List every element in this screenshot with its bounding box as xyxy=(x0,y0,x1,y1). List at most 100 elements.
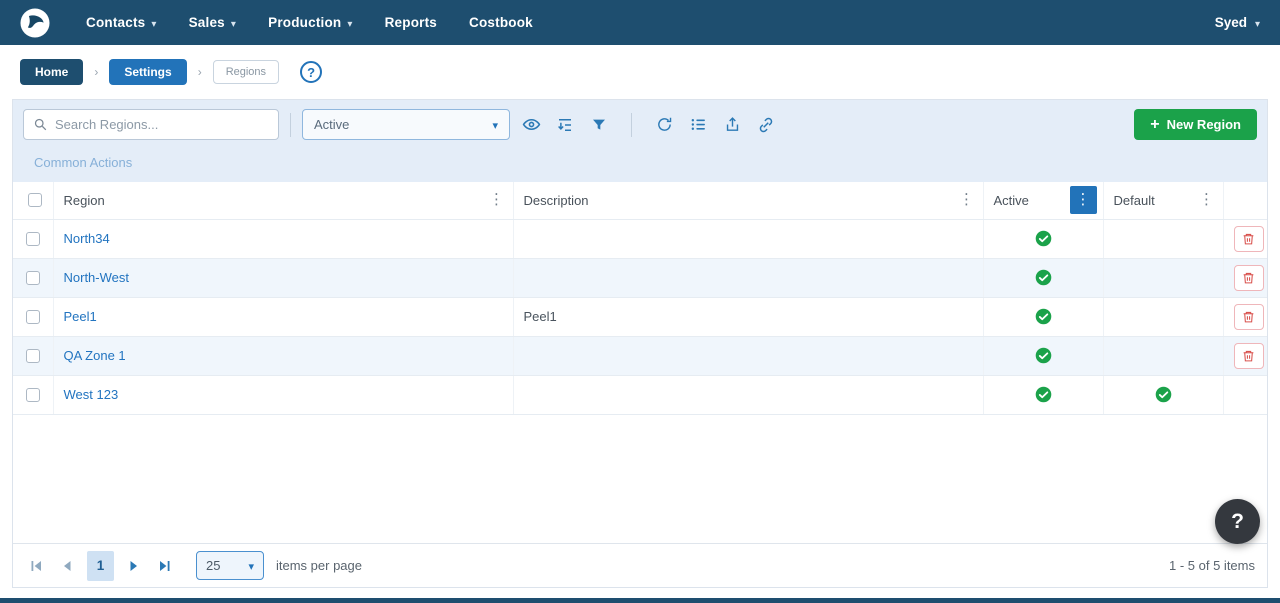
description-cell xyxy=(513,219,983,258)
new-region-button[interactable]: + New Region xyxy=(1134,109,1257,140)
vertical-divider xyxy=(631,113,632,137)
column-label: Active xyxy=(994,193,1029,208)
active-check-icon xyxy=(1035,347,1052,364)
breadcrumb-regions-chip[interactable]: Regions xyxy=(213,60,279,84)
default-column-menu-icon[interactable] xyxy=(1197,190,1217,210)
table-header-row: Region Description Active Default xyxy=(13,182,1267,219)
row-checkbox[interactable] xyxy=(26,310,40,324)
chevron-down-icon xyxy=(231,15,236,30)
row-checkbox[interactable] xyxy=(26,349,40,363)
row-checkbox[interactable] xyxy=(26,271,40,285)
active-column-menu-icon[interactable] xyxy=(1070,186,1097,214)
table-body: North34 North-West xyxy=(13,219,1267,414)
pager-range-label: 1 - 5 of 5 items xyxy=(1169,558,1255,573)
description-column-menu-icon[interactable] xyxy=(957,190,977,210)
status-filter-value: Active xyxy=(314,117,349,132)
chevron-down-icon xyxy=(248,558,254,573)
active-check-icon xyxy=(1035,386,1052,403)
page-size-dropdown[interactable]: 25 xyxy=(196,551,264,580)
app-logo[interactable] xyxy=(20,8,50,38)
active-check-icon xyxy=(1035,269,1052,286)
export-icon[interactable] xyxy=(719,112,745,138)
top-navigation-bar: Contacts Sales Production Reports Costbo… xyxy=(0,0,1280,45)
bottom-edge-bar xyxy=(0,598,1280,603)
pager: 1 xyxy=(25,551,176,581)
nav-item-label: Contacts xyxy=(86,15,145,30)
user-menu[interactable]: Syed xyxy=(1215,15,1260,30)
new-region-label: New Region xyxy=(1167,117,1241,132)
add-row-icon[interactable] xyxy=(552,112,578,138)
regions-grid-panel: Active xyxy=(12,99,1268,588)
search-box xyxy=(23,109,279,140)
user-name: Syed xyxy=(1215,15,1247,30)
breadcrumb-home-button[interactable]: Home xyxy=(20,59,83,85)
nav-item-reports[interactable]: Reports xyxy=(385,15,437,30)
trash-icon xyxy=(1242,310,1255,324)
regions-table: Region Description Active Default North3… xyxy=(13,182,1267,415)
trash-icon xyxy=(1242,232,1255,246)
last-page-button[interactable] xyxy=(154,555,176,577)
row-checkbox[interactable] xyxy=(26,232,40,246)
grid-footer: 1 25 items per page 1 - 5 of 5 items xyxy=(13,543,1267,587)
filter-icon[interactable] xyxy=(586,112,612,138)
trash-icon xyxy=(1242,271,1255,285)
delete-row-button[interactable] xyxy=(1234,226,1264,252)
column-header-active[interactable]: Active xyxy=(994,186,1097,214)
common-actions-menu[interactable]: Common Actions xyxy=(23,140,132,182)
link-icon[interactable] xyxy=(753,112,779,138)
column-header-description[interactable]: Description xyxy=(524,190,977,210)
table-row: North-West xyxy=(13,258,1267,297)
region-link[interactable]: West 123 xyxy=(64,387,119,402)
region-link[interactable]: North-West xyxy=(64,270,130,285)
region-link[interactable]: North34 xyxy=(64,231,110,246)
first-page-button[interactable] xyxy=(25,555,47,577)
delete-row-button[interactable] xyxy=(1234,343,1264,369)
chevron-down-icon xyxy=(1255,15,1260,30)
search-icon xyxy=(33,117,48,132)
next-page-button[interactable] xyxy=(123,555,145,577)
active-check-icon xyxy=(1035,308,1052,325)
trash-icon xyxy=(1242,349,1255,363)
table-row: QA Zone 1 xyxy=(13,336,1267,375)
region-column-menu-icon[interactable] xyxy=(487,190,507,210)
nav-item-costbook[interactable]: Costbook xyxy=(469,15,533,30)
row-checkbox[interactable] xyxy=(26,388,40,402)
chevron-down-icon xyxy=(151,15,156,30)
select-all-checkbox[interactable] xyxy=(28,193,42,207)
breadcrumb: Home Settings Regions ? xyxy=(0,45,1280,99)
previous-page-button[interactable] xyxy=(56,555,78,577)
breadcrumb-separator-icon xyxy=(94,65,98,79)
nav-item-label: Sales xyxy=(189,15,225,30)
delete-row-button[interactable] xyxy=(1234,265,1264,291)
nav-item-label: Costbook xyxy=(469,15,533,30)
nav-item-production[interactable]: Production xyxy=(268,15,352,30)
region-link[interactable]: QA Zone 1 xyxy=(64,348,126,363)
page-help-icon[interactable]: ? xyxy=(300,61,322,83)
region-link[interactable]: Peel1 xyxy=(64,309,97,324)
delete-row-button[interactable] xyxy=(1234,304,1264,330)
search-input[interactable] xyxy=(55,117,269,132)
status-filter-dropdown[interactable]: Active xyxy=(302,109,510,140)
breadcrumb-separator-icon xyxy=(198,65,202,79)
nav-item-label: Production xyxy=(268,15,341,30)
floating-help-button[interactable]: ? xyxy=(1215,499,1260,544)
column-header-default[interactable]: Default xyxy=(1114,190,1217,210)
nav-item-contacts[interactable]: Contacts xyxy=(86,15,157,30)
active-check-icon xyxy=(1035,230,1052,247)
refresh-icon[interactable] xyxy=(651,112,677,138)
plus-icon: + xyxy=(1150,117,1159,133)
description-cell xyxy=(513,336,983,375)
column-header-region[interactable]: Region xyxy=(64,190,507,210)
breadcrumb-settings-button[interactable]: Settings xyxy=(109,59,186,85)
list-view-icon[interactable] xyxy=(685,112,711,138)
items-per-page-label: items per page xyxy=(276,558,362,573)
eye-icon[interactable] xyxy=(518,112,544,138)
description-cell xyxy=(513,375,983,414)
current-page-button[interactable]: 1 xyxy=(87,551,114,581)
nav-item-label: Reports xyxy=(385,15,437,30)
page-size-value: 25 xyxy=(206,558,220,573)
grid-toolbar: Active xyxy=(13,100,1267,182)
default-check-icon xyxy=(1155,386,1172,403)
description-cell: Peel1 xyxy=(513,297,983,336)
nav-item-sales[interactable]: Sales xyxy=(189,15,237,30)
